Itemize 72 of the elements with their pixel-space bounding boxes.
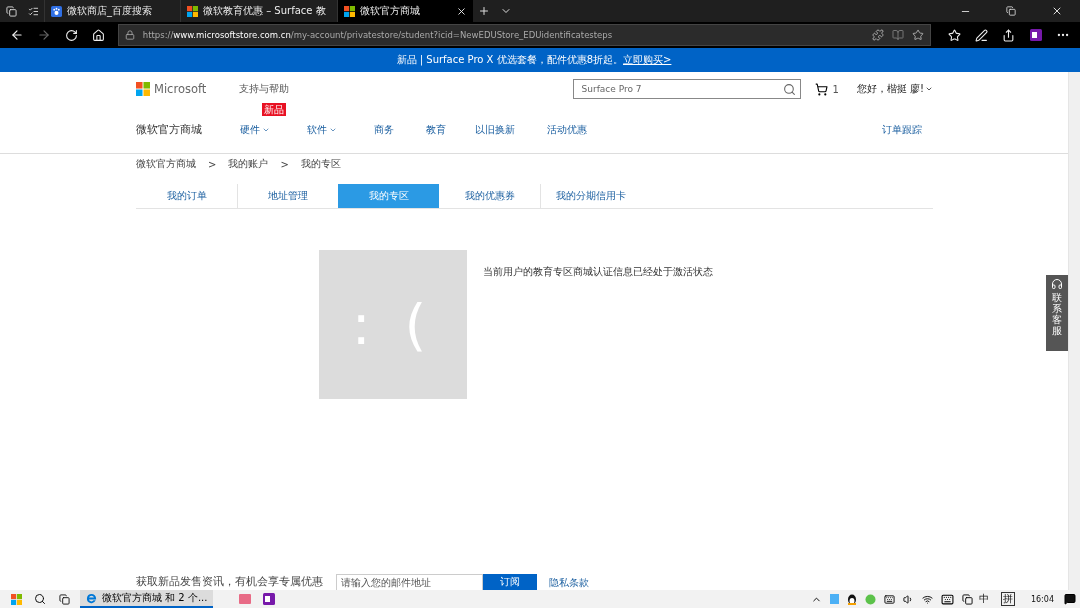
scrollbar[interactable] (1068, 72, 1080, 590)
promo-text: 新品 | Surface Pro X 优选套餐，配件优惠8折起。 (396, 53, 623, 67)
penguin-icon[interactable] (846, 593, 857, 605)
subscribe-button[interactable]: 订阅 (483, 574, 537, 590)
nav-link[interactable]: 教育 (426, 122, 446, 137)
ime-mode[interactable]: 中 (978, 592, 989, 606)
set-aside-tabs-icon[interactable] (27, 5, 39, 17)
browser-icon (86, 592, 97, 604)
share-icon[interactable] (1002, 28, 1016, 42)
start-icon (10, 593, 22, 605)
nav-link[interactable]: 活动优惠 (547, 122, 587, 137)
privacy-link[interactable]: 隐私条款 (549, 576, 589, 590)
customer-service-widget[interactable]: 联系客服 (1046, 275, 1068, 351)
browser-tab[interactable]: 微软官方商城 (336, 0, 473, 22)
new-badge: 新品 (262, 102, 286, 116)
keyboard-icon[interactable] (940, 592, 954, 606)
lock-icon[interactable] (124, 30, 135, 40)
breadcrumb-separator: > (280, 158, 289, 170)
new-tab-icon[interactable] (477, 5, 490, 17)
store-name: 微软官方商城 (136, 122, 203, 137)
microsoft-logo-text[interactable]: Microsoft (154, 82, 207, 96)
windows-logo-icon (187, 5, 198, 17)
close-icon[interactable] (1051, 5, 1063, 17)
pen-icon[interactable] (975, 28, 989, 42)
order-tracking-link[interactable]: 订单跟踪 (882, 122, 922, 137)
favorite-star-icon[interactable] (912, 29, 925, 41)
breadcrumb-link[interactable]: 我的专区 (300, 157, 341, 171)
cart-icon[interactable] (815, 82, 829, 96)
windows-logo-icon (343, 5, 355, 17)
clock[interactable]: 16:04 (1030, 594, 1054, 604)
nav-link[interactable]: 软件 (307, 122, 337, 137)
breadcrumb-link[interactable]: 我的账户 (228, 157, 269, 171)
notification-icon[interactable] (1064, 593, 1076, 605)
chevron-down-icon[interactable] (925, 85, 933, 93)
support-link[interactable]: 支持与帮助 (238, 82, 289, 96)
forward-icon[interactable] (37, 28, 52, 42)
refresh-icon[interactable] (64, 28, 78, 42)
search-icon[interactable] (34, 593, 46, 605)
sad-face-picture: : ( (319, 250, 467, 399)
cart-count: 1 (832, 83, 839, 95)
subscribe-text: 获取新品发售资讯，有机会享专属优惠 (136, 574, 323, 590)
restore-icon[interactable] (1006, 6, 1016, 16)
taskbar-app[interactable]: 微软官方商城 和 2 个... (80, 590, 214, 608)
nav-link[interactable]: 以旧换新 (475, 122, 515, 137)
tabs-icon[interactable] (5, 5, 17, 17)
home-icon[interactable] (91, 28, 105, 42)
microsoft-logo-icon (136, 82, 150, 96)
breadcrumb-link[interactable]: 微软官方商城 (136, 157, 196, 171)
app-icon[interactable] (239, 594, 252, 604)
ime-name[interactable]: 拼 (1000, 592, 1015, 606)
headset-icon (1051, 278, 1063, 290)
address-bar[interactable]: https://www.microsoftstore.com.cn/my-account/privatestore/student?icid=NewEDUStore_EDUidentificatesteps (117, 24, 932, 46)
paw-icon (51, 5, 62, 17)
url-text: https://www.microsoftstore.com.cn/my-account/privatestore/student?icid=NewEDUStore_EDUidentificatesteps (142, 30, 614, 40)
email-field[interactable]: 请输入您的邮件地址 (336, 574, 483, 590)
back-icon[interactable] (10, 28, 25, 42)
favorites-icon[interactable] (948, 28, 962, 42)
breadcrumb-separator: > (208, 158, 217, 170)
greeting-text[interactable]: 您好，楷挺 廖! (856, 82, 924, 96)
notebook-icon[interactable] (1029, 29, 1042, 41)
nav-link[interactable]: 商务 (374, 122, 394, 137)
wifi-icon[interactable] (921, 593, 933, 605)
notebook-icon[interactable] (263, 593, 276, 605)
task-view-icon[interactable] (58, 593, 70, 605)
search-icon[interactable] (783, 82, 797, 96)
close-icon[interactable] (455, 5, 467, 17)
reading-view-icon[interactable] (892, 29, 905, 41)
search-field[interactable]: Surface Pro 7 (572, 79, 802, 99)
status-message: 当前用户的教育专区商城认证信息已经处于激活状态 (483, 265, 713, 279)
buy-now-link[interactable]: 立即购买> (623, 53, 672, 67)
volume-icon[interactable] (902, 593, 914, 605)
extension-icon[interactable] (872, 29, 885, 41)
